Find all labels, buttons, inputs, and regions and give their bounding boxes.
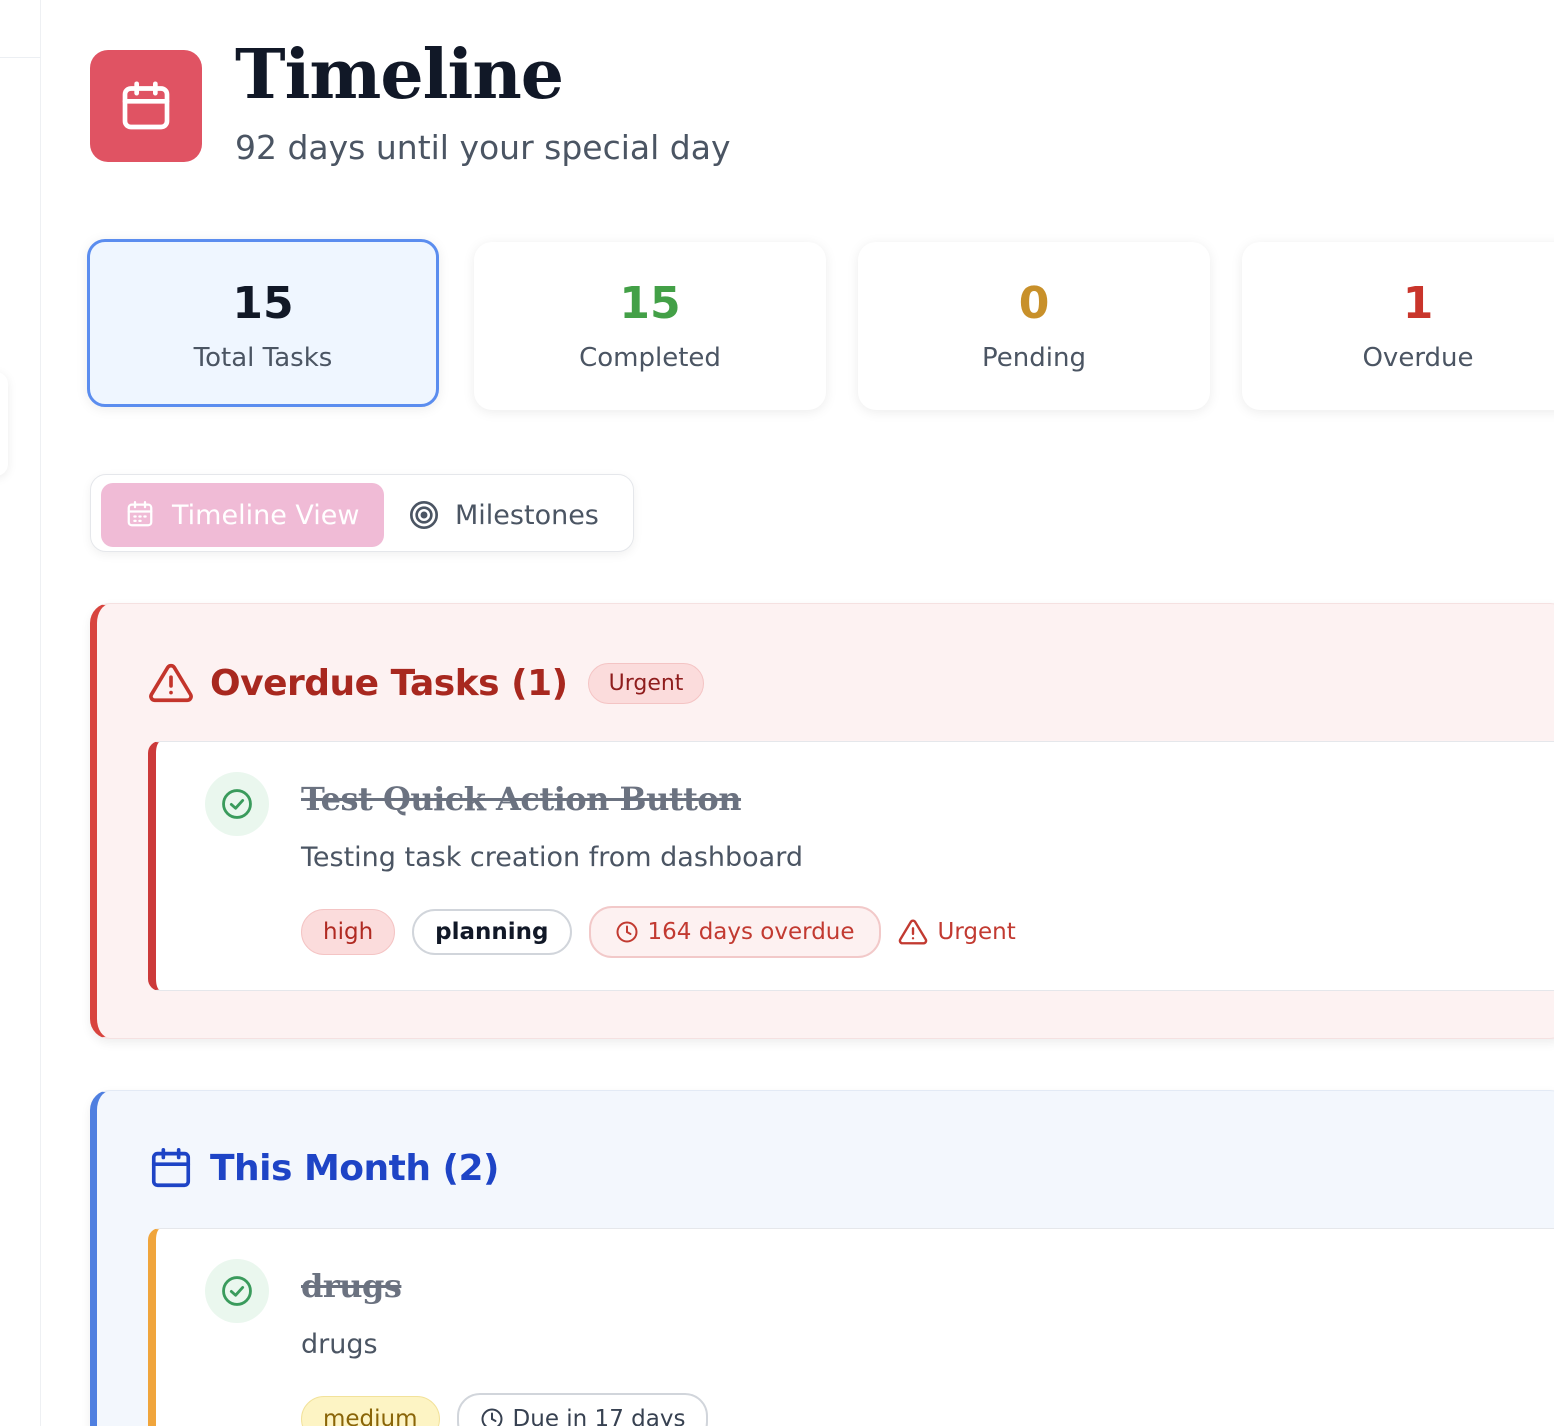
stat-card-total[interactable]: 15 Total Tasks xyxy=(87,239,439,407)
completed-check-icon[interactable] xyxy=(205,772,269,836)
warning-triangle-icon xyxy=(898,917,928,947)
sidebar-collapsed-panel[interactable] xyxy=(0,372,8,476)
task-description: drugs xyxy=(301,1329,378,1360)
calendar-icon xyxy=(148,1145,194,1191)
task-card[interactable]: Test Quick Action Button Testing task cr… xyxy=(148,741,1554,991)
urgent-badge: Urgent xyxy=(587,662,705,704)
left-sidebar xyxy=(0,0,41,1426)
stat-label: Completed xyxy=(579,343,721,373)
priority-badge: high xyxy=(301,909,396,955)
overdue-section: Overdue Tasks (1) Urgent Test Quick Acti… xyxy=(90,603,1554,1039)
stat-label: Pending xyxy=(982,343,1086,373)
clock-icon xyxy=(480,1407,504,1426)
task-title: drugs xyxy=(301,1267,402,1305)
stat-value: 0 xyxy=(1018,278,1050,329)
stat-value: 1 xyxy=(1402,278,1434,329)
category-badge: planning xyxy=(412,909,572,955)
section-title: Overdue Tasks (1) xyxy=(210,662,568,704)
stat-card-completed[interactable]: 15 Completed xyxy=(474,242,826,410)
section-header: Overdue Tasks (1) Urgent xyxy=(148,660,705,706)
stat-card-overdue[interactable]: 1 Overdue xyxy=(1242,242,1554,410)
stat-label: Overdue xyxy=(1362,343,1474,373)
view-switcher: Timeline View Milestones xyxy=(90,474,634,552)
priority-badge: medium xyxy=(301,1396,440,1426)
page-title: Timeline xyxy=(235,35,564,115)
section-title: This Month (2) xyxy=(210,1147,500,1189)
task-description: Testing task creation from dashboard xyxy=(301,842,803,873)
warning-triangle-icon xyxy=(148,660,194,706)
urgent-flag: Urgent xyxy=(898,917,1016,947)
stat-value: 15 xyxy=(232,278,294,329)
urgent-flag-label: Urgent xyxy=(937,919,1016,945)
tab-timeline-view[interactable]: Timeline View xyxy=(101,483,384,547)
tab-milestones[interactable]: Milestones xyxy=(404,483,599,547)
stat-label: Total Tasks xyxy=(193,343,333,373)
this-month-section: This Month (2) drugs drugs medium Due in… xyxy=(90,1090,1554,1426)
completed-check-icon[interactable] xyxy=(205,1259,269,1323)
task-card[interactable]: drugs drugs medium Due in 17 days xyxy=(148,1228,1554,1426)
stat-value: 15 xyxy=(619,278,681,329)
stat-card-pending[interactable]: 0 Pending xyxy=(858,242,1210,410)
task-tags: medium Due in 17 days xyxy=(301,1393,725,1426)
overdue-badge: 164 days overdue xyxy=(588,906,881,958)
calendar-icon xyxy=(90,50,202,162)
task-tags: high planning 164 days overdue Urgent xyxy=(301,906,1016,958)
target-icon xyxy=(408,499,440,531)
tab-label: Timeline View xyxy=(172,499,360,531)
due-status-text: 164 days overdue xyxy=(647,919,855,945)
tab-label: Milestones xyxy=(455,499,599,531)
due-badge: Due in 17 days xyxy=(456,1393,709,1426)
due-status-text: Due in 17 days xyxy=(512,1406,686,1426)
sidebar-divider xyxy=(0,57,41,58)
calendar-icon xyxy=(125,499,157,531)
section-header: This Month (2) xyxy=(148,1145,500,1191)
task-title: Test Quick Action Button xyxy=(301,780,742,818)
clock-icon xyxy=(615,920,639,944)
page-subtitle: 92 days until your special day xyxy=(235,128,731,167)
